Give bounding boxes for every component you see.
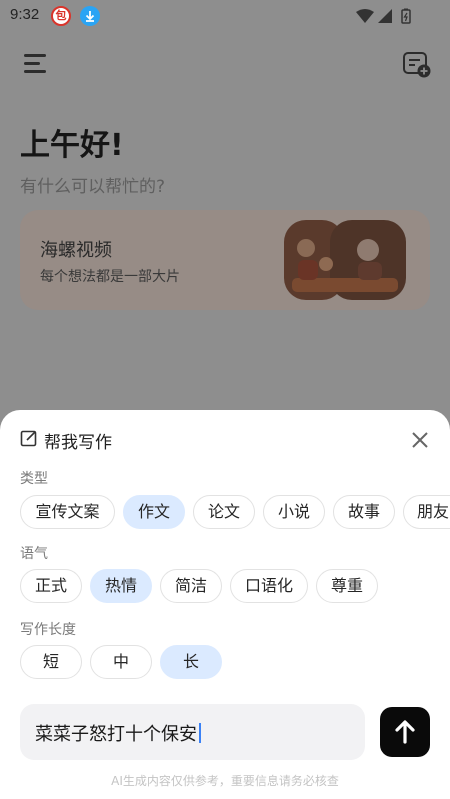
close-icon[interactable] (410, 430, 430, 450)
status-time: 9:32 (10, 6, 40, 23)
chip-tone-warm[interactable]: 热情 (90, 569, 152, 603)
menu-icon[interactable] (24, 54, 48, 74)
status-bar: 9:32 包 (0, 0, 450, 30)
type-chip-row: 宣传文案 作文 论文 小说 故事 朋友 (20, 495, 450, 529)
chip-type-promo[interactable]: 宣传文案 (20, 495, 115, 529)
feature-card-subtitle: 每个想法都是一部大片 (40, 269, 180, 285)
greeting-subtitle: 有什么可以帮忙的? (20, 177, 166, 197)
wifi-icon (356, 9, 374, 23)
feature-card-video[interactable]: 海螺视频 每个想法都是一部大片 (20, 210, 430, 310)
chip-type-paper[interactable]: 论文 (193, 495, 255, 529)
chip-length-long[interactable]: 长 (160, 645, 222, 679)
edit-icon (20, 429, 38, 451)
chip-length-short[interactable]: 短 (20, 645, 82, 679)
signal-icon (378, 9, 392, 23)
chip-tone-concise[interactable]: 简洁 (160, 569, 222, 603)
ai-disclaimer: AI生成内容仅供参考，重要信息请务必核查 (111, 774, 339, 788)
text-caret (199, 723, 201, 743)
tone-chip-row: 正式 热情 简洁 口语化 尊重 (20, 569, 380, 603)
feature-card-title: 海螺视频 (40, 240, 112, 261)
prompt-input-text[interactable]: 菜菜子怒打十个保安 (35, 720, 201, 746)
length-chip-row: 短 中 长 (20, 645, 230, 679)
chip-tone-respectful[interactable]: 尊重 (316, 569, 378, 603)
sheet-title: 帮我写作 (44, 432, 112, 453)
battery-icon (401, 8, 411, 24)
download-icon (80, 6, 100, 26)
new-chat-icon[interactable] (402, 50, 432, 80)
app-notification-icon: 包 (51, 6, 71, 26)
type-label: 类型 (20, 471, 48, 487)
length-label: 写作长度 (20, 622, 76, 638)
home-screen: 上午好! 有什么可以帮忙的? 海螺视频 每个想法都是一部大片 (0, 30, 450, 410)
chip-type-novel[interactable]: 小说 (263, 495, 325, 529)
feature-card-thumbnails (284, 220, 406, 300)
chip-length-medium[interactable]: 中 (90, 645, 152, 679)
sheet-header: 帮我写作 (20, 429, 112, 453)
greeting-title: 上午好! (20, 128, 124, 163)
tone-label: 语气 (20, 546, 48, 562)
chip-tone-formal[interactable]: 正式 (20, 569, 82, 603)
chip-tone-colloquial[interactable]: 口语化 (230, 569, 308, 603)
prompt-input[interactable]: 菜菜子怒打十个保安 (20, 704, 365, 760)
arrow-up-icon (395, 720, 415, 744)
chip-type-story[interactable]: 故事 (333, 495, 395, 529)
writing-assistant-sheet: 帮我写作 类型 宣传文案 作文 论文 小说 故事 朋友 语气 正式 热情 简洁 … (0, 410, 450, 799)
send-button[interactable] (380, 707, 430, 757)
system-icons (356, 8, 416, 28)
chip-type-friend[interactable]: 朋友 (403, 495, 450, 529)
chip-type-essay[interactable]: 作文 (123, 495, 185, 529)
